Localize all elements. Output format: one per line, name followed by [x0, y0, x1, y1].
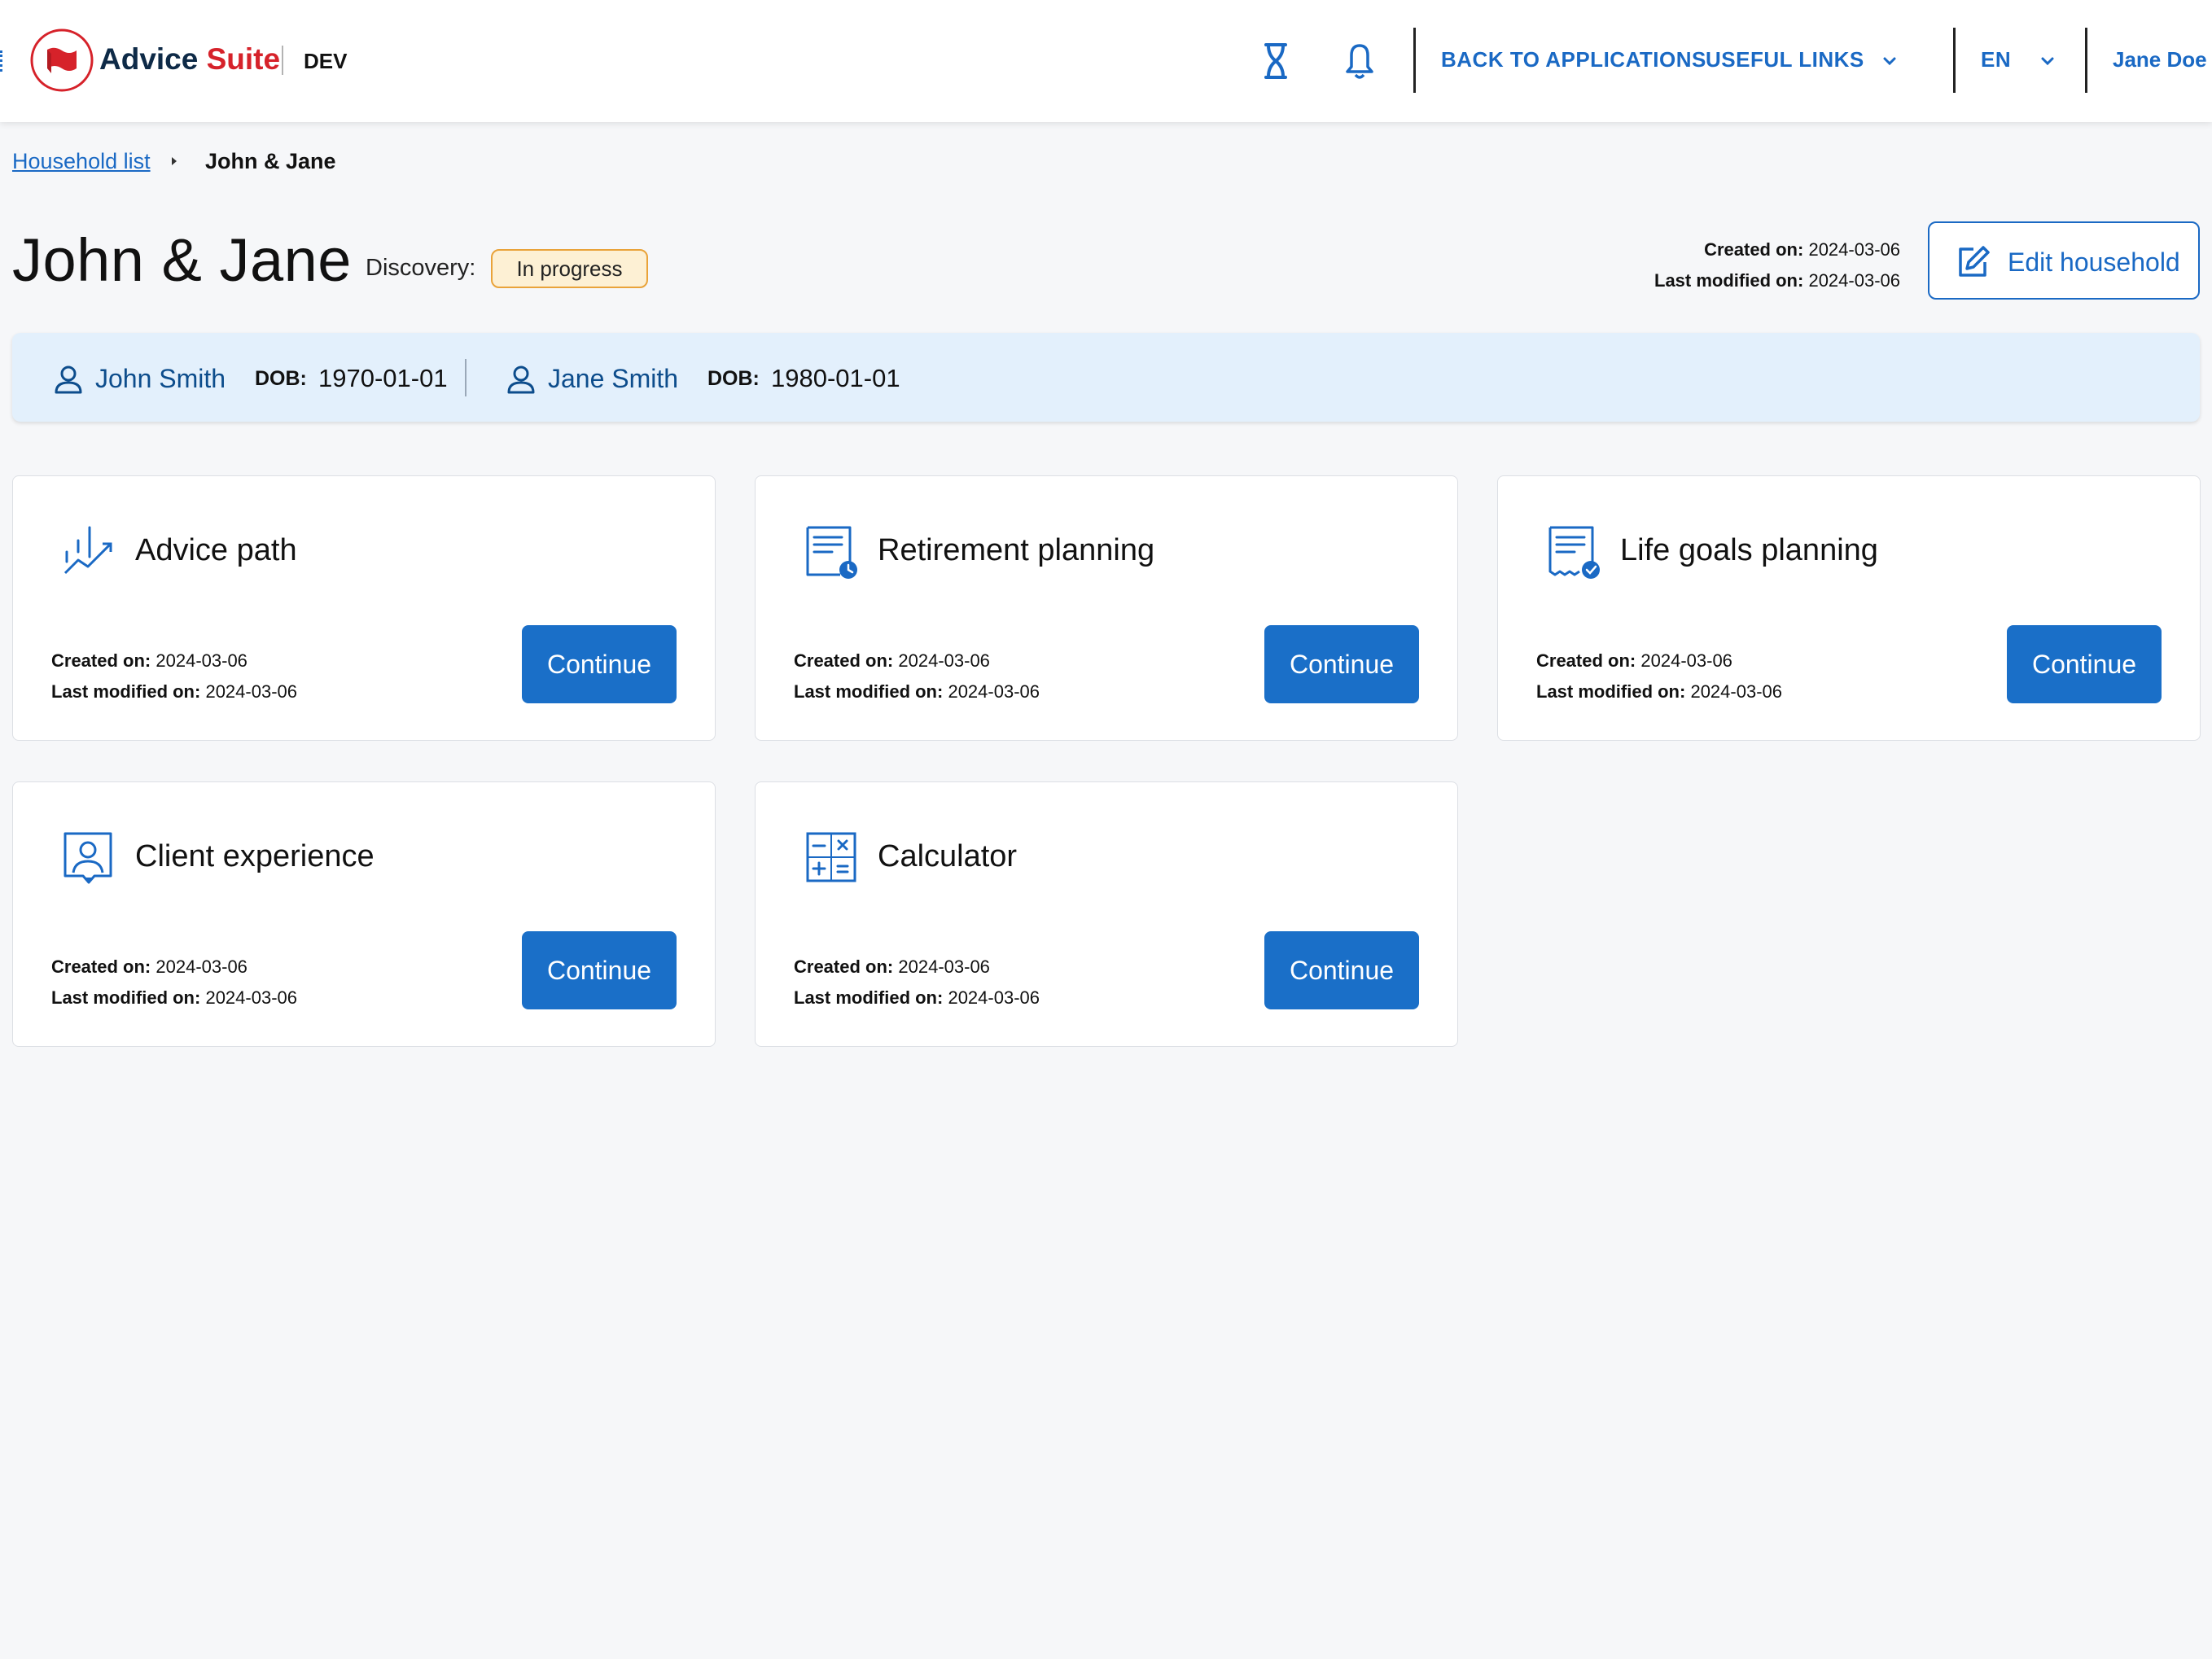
card-dates: Created on: 2024-03-06 Last modified on:…: [794, 646, 1040, 707]
brand-divider: [282, 46, 283, 75]
brand-name: Advice Suite: [99, 42, 280, 77]
page-title: John & Jane: [12, 226, 352, 294]
modified-value: 2024-03-06: [948, 987, 1040, 1008]
card-calculator: Calculator Created on: 2024-03-06 Last m…: [755, 781, 1458, 1047]
header-divider: [2085, 28, 2087, 93]
breadcrumb-current: John & Jane: [205, 149, 336, 173]
card-life-goals-planning: Life goals planning Created on: 2024-03-…: [1497, 475, 2201, 741]
household-members-bar: John Smith DOB: 1970-01-01 Jane Smith DO…: [12, 333, 2200, 422]
modified-value: 2024-03-06: [948, 681, 1040, 702]
created-value: 2024-03-06: [1640, 650, 1732, 671]
continue-button[interactable]: Continue: [522, 625, 677, 703]
user-icon: [507, 366, 535, 394]
modified-label: Last modified on:: [1536, 681, 1686, 702]
card-dates: Created on: 2024-03-06 Last modified on:…: [794, 952, 1040, 1013]
user-icon: [55, 366, 82, 394]
dob-value: 1970-01-01: [318, 364, 448, 392]
created-value: 2024-03-06: [898, 650, 990, 671]
card-dates: Created on: 2024-03-06 Last modified on:…: [51, 646, 297, 707]
modified-value: 2024-03-06: [205, 987, 297, 1008]
header-divider: [1953, 28, 1956, 93]
modified-label: Last modified on:: [794, 987, 944, 1008]
card-retirement-planning: Retirement planning Created on: 2024-03-…: [755, 475, 1458, 741]
modified-label: Last modified on:: [51, 681, 201, 702]
useful-links-menu[interactable]: USEFUL LINKS: [1706, 47, 1864, 72]
created-label: Created on:: [794, 650, 894, 671]
created-label: Created on:: [1536, 650, 1636, 671]
dob-label: DOB:: [255, 367, 307, 390]
modified-value: 2024-03-06: [1808, 270, 1900, 291]
top-navigation-bar: Advice Suite DEV BACK TO APPLICATIONS US…: [0, 0, 2212, 122]
modified-value: 2024-03-06: [205, 681, 297, 702]
user-menu[interactable]: Jane Doe: [2113, 47, 2207, 72]
modified-value: 2024-03-06: [1690, 681, 1782, 702]
breadcrumb-separator-icon: [172, 157, 177, 165]
modified-label: Last modified on:: [794, 681, 944, 702]
chart-trend-icon: [64, 526, 112, 575]
breadcrumb-household-list-link[interactable]: Household list: [12, 149, 151, 174]
card-title: Retirement planning: [878, 533, 1155, 567]
dob-value: 1980-01-01: [771, 364, 900, 392]
continue-button[interactable]: Continue: [522, 931, 677, 1009]
continue-button[interactable]: Continue: [1264, 931, 1419, 1009]
member-name[interactable]: John Smith: [95, 364, 226, 394]
card-advice-path: Advice path Created on: 2024-03-06 Last …: [12, 475, 716, 741]
card-dates: Created on: 2024-03-06 Last modified on:…: [51, 952, 297, 1013]
member-name[interactable]: Jane Smith: [548, 364, 678, 394]
edit-household-label: Edit household: [2008, 247, 2180, 277]
document-check-icon: [1548, 526, 1600, 579]
back-to-applications-link[interactable]: BACK TO APPLICATIONS: [1441, 47, 1706, 72]
card-title: Calculator: [878, 839, 1018, 873]
discovery-label: Discovery:: [366, 255, 476, 281]
bell-icon[interactable]: [1342, 41, 1378, 81]
hourglass-icon[interactable]: [1258, 41, 1294, 81]
menu-icon[interactable]: [0, 50, 3, 72]
edit-icon: [1959, 246, 1990, 277]
header-divider: [1413, 28, 1416, 93]
chevron-down-icon[interactable]: [1881, 52, 1899, 70]
continue-button[interactable]: Continue: [1264, 625, 1419, 703]
calculator-icon: [806, 832, 856, 882]
modified-label: Last modified on:: [51, 987, 201, 1008]
modified-label: Last modified on:: [1654, 270, 1804, 291]
created-label: Created on:: [51, 956, 151, 977]
created-value: 2024-03-06: [155, 650, 247, 671]
card-client-experience: Client experience Created on: 2024-03-06…: [12, 781, 716, 1047]
card-dates: Created on: 2024-03-06 Last modified on:…: [1536, 646, 1782, 707]
card-title: Client experience: [135, 839, 375, 873]
created-value: 2024-03-06: [155, 956, 247, 977]
environment-label: DEV: [304, 49, 348, 73]
household-dates: Created on: 2024-03-06 Last modified on:…: [1654, 234, 1900, 296]
member-divider: [465, 359, 466, 396]
brand-logo[interactable]: [29, 28, 94, 93]
created-label: Created on:: [51, 650, 151, 671]
brand-name-part2: Suite: [206, 42, 281, 76]
created-label: Created on:: [1704, 239, 1804, 260]
chevron-down-icon[interactable]: [2039, 52, 2057, 70]
card-title: Advice path: [135, 533, 297, 567]
edit-household-button[interactable]: Edit household: [1928, 221, 2200, 300]
continue-button[interactable]: Continue: [2007, 625, 2162, 703]
document-clock-icon: [806, 526, 857, 579]
brand-name-part1: Advice: [99, 42, 199, 76]
dob-label: DOB:: [707, 367, 760, 390]
status-badge: In progress: [491, 249, 648, 288]
client-profile-icon: [64, 832, 112, 884]
created-value: 2024-03-06: [1808, 239, 1900, 260]
created-value: 2024-03-06: [898, 956, 990, 977]
card-title: Life goals planning: [1620, 533, 1878, 567]
created-label: Created on:: [794, 956, 894, 977]
language-selector[interactable]: EN: [1981, 47, 2011, 72]
